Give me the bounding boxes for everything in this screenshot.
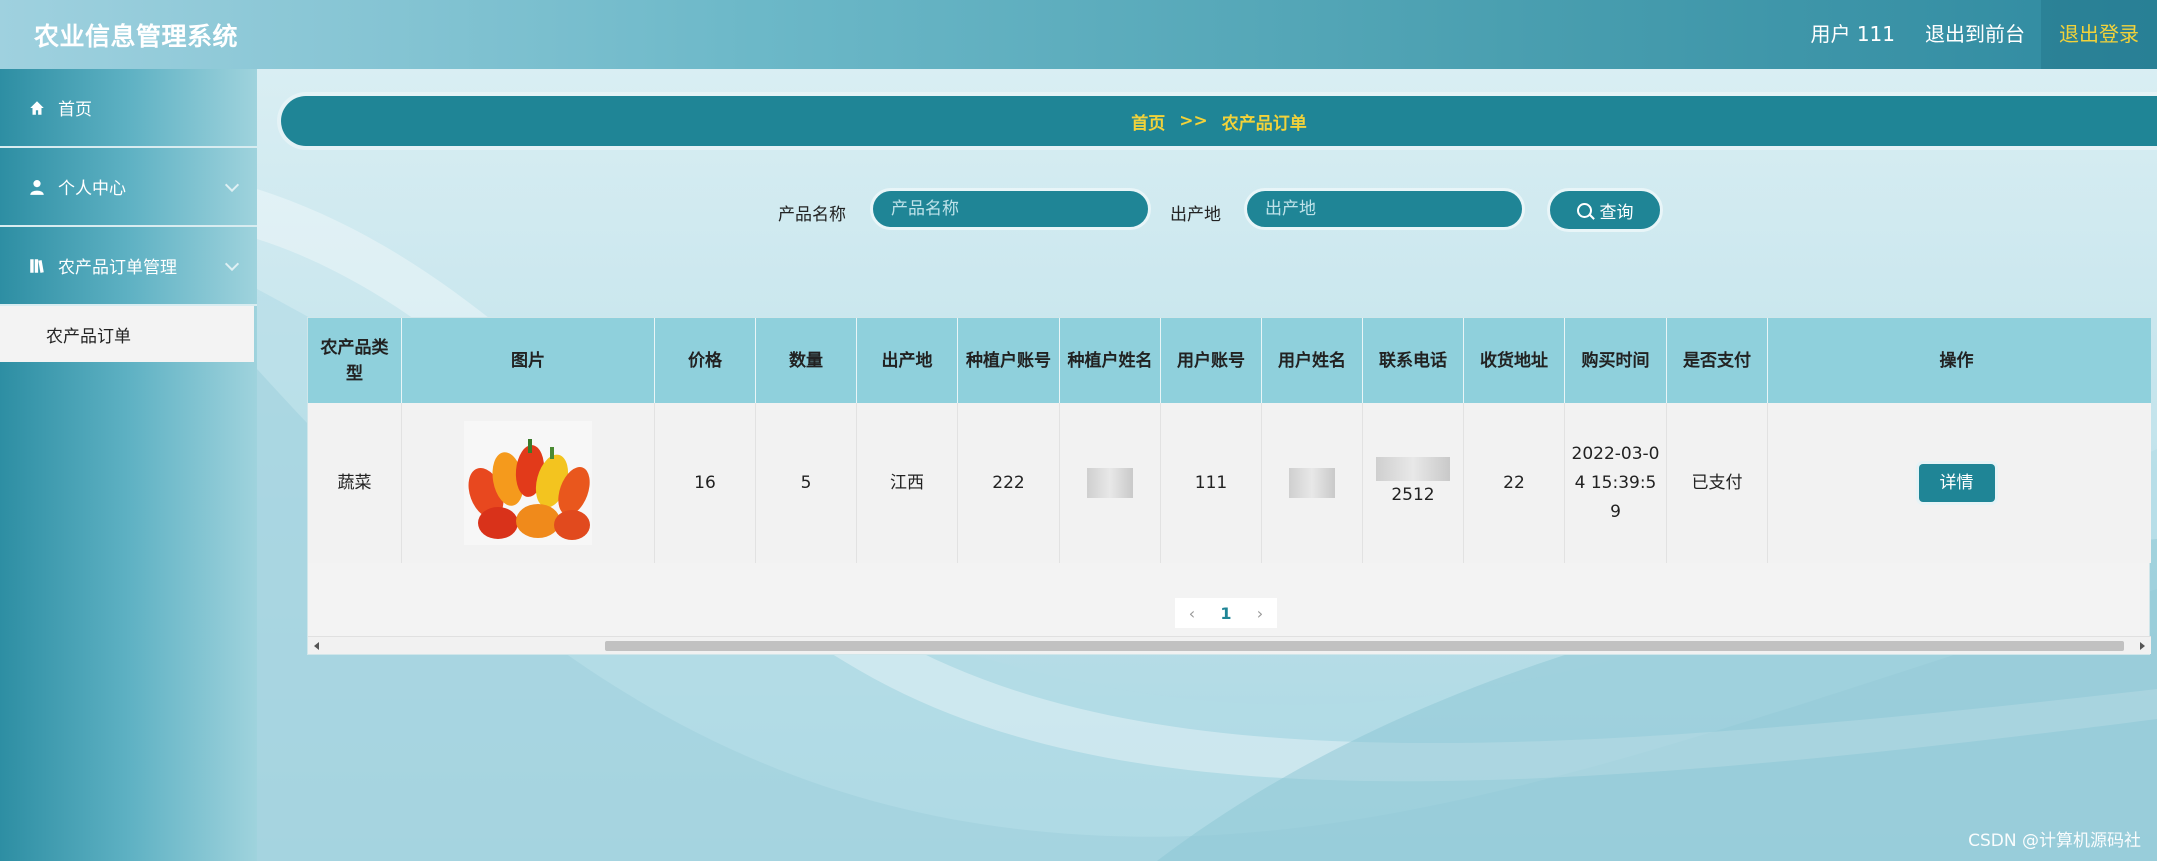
- column-header: 是否支付: [1667, 318, 1768, 403]
- cell-purchase-time: 2022-03-04 15:39:59: [1565, 403, 1667, 563]
- book-icon: [30, 258, 44, 273]
- product-name-label: 产品名称: [778, 205, 846, 225]
- cell-type: 蔬菜: [308, 403, 402, 563]
- system-title: 农业信息管理系统: [34, 22, 239, 51]
- cell-price: 16: [655, 403, 756, 563]
- breadcrumb-home[interactable]: 首页: [1131, 109, 1165, 134]
- chevron-down-icon: [224, 256, 240, 272]
- user-label: 用户 111: [1810, 22, 1895, 46]
- scroll-right-icon[interactable]: [2140, 642, 2145, 650]
- product-name-input[interactable]: 产品名称: [870, 188, 1151, 230]
- sidebar-item-home[interactable]: 首页: [0, 69, 257, 148]
- column-header: 用户姓名: [1262, 318, 1363, 403]
- column-header: 图片: [402, 318, 655, 403]
- prev-page-button[interactable]: ‹: [1175, 598, 1209, 628]
- logout-link[interactable]: 退出登录: [2041, 0, 2157, 69]
- cell-farmer-name: [1060, 403, 1161, 563]
- query-button[interactable]: 查询: [1547, 188, 1663, 232]
- cell-paid-status: 已支付: [1667, 403, 1768, 563]
- column-header: 数量: [756, 318, 857, 403]
- main-content: 首页 >> 农产品订单 产品名称 产品名称 出产地 出产地 查询 农产品类型 图…: [257, 69, 2157, 861]
- sidebar-item-label: 个人中心: [58, 179, 126, 199]
- cell-user-account: 111: [1161, 403, 1262, 563]
- sidebar: 首页 个人中心 农产品订单管理 农产品订单: [0, 69, 257, 861]
- cell-user-name: [1262, 403, 1363, 563]
- sidebar-item-order-management[interactable]: 农产品订单管理: [0, 227, 257, 306]
- search-icon: [1576, 202, 1592, 218]
- page-number-button[interactable]: 1: [1209, 598, 1243, 628]
- scroll-left-icon[interactable]: [314, 642, 319, 650]
- top-bar: 农业信息管理系统 用户 111 退出到前台 退出登录: [0, 0, 2157, 69]
- cell-phone: 2512: [1363, 403, 1464, 563]
- column-header: 购买时间: [1565, 318, 1667, 403]
- column-header: 种植户账号: [958, 318, 1060, 403]
- breadcrumb: 首页 >> 农产品订单: [281, 96, 2157, 146]
- redacted-text: [1376, 456, 1450, 481]
- redacted-text: [1087, 468, 1133, 498]
- next-page-button[interactable]: ›: [1243, 598, 1277, 628]
- cell-actions: 详情: [1768, 403, 2145, 563]
- home-icon: [30, 100, 44, 115]
- scroll-thumb[interactable]: [605, 641, 2124, 651]
- cell-origin: 江西: [857, 403, 958, 563]
- column-header: 联系电话: [1363, 318, 1464, 403]
- cell-farmer-account: 222: [958, 403, 1060, 563]
- search-bar: 产品名称 产品名称 出产地 出产地 查询: [257, 188, 2157, 232]
- cell-address: 22: [1464, 403, 1565, 563]
- sidebar-subitem-orders[interactable]: 农产品订单: [0, 306, 254, 362]
- front-page-link[interactable]: 退出到前台: [1909, 0, 2041, 69]
- user-icon: [30, 179, 44, 195]
- chevron-down-icon: [224, 177, 240, 193]
- column-header: 农产品类型: [308, 318, 402, 403]
- redacted-text: [1289, 468, 1335, 498]
- column-header: 收货地址: [1464, 318, 1565, 403]
- cell-quantity: 5: [756, 403, 857, 563]
- horizontal-scrollbar[interactable]: [308, 636, 2151, 654]
- breadcrumb-current: 农产品订单: [1221, 113, 1307, 134]
- table-row: 蔬菜 16 5 江西 222 111 2512 22 2022-03-04 15…: [308, 403, 2151, 563]
- query-button-label: 查询: [1599, 202, 1634, 223]
- sidebar-item-label: 首页: [58, 100, 92, 120]
- top-right-nav: 用户 111 退出到前台 退出登录: [1794, 0, 2157, 69]
- product-image: [464, 421, 592, 545]
- table-header-row: 农产品类型 图片 价格 数量 出产地 种植户账号 种植户姓名 用户账号 用户姓名…: [308, 318, 2151, 403]
- column-header: 出产地: [857, 318, 958, 403]
- column-header: 操作: [1939, 350, 1974, 371]
- watermark: CSDN @计算机源码社: [1968, 831, 2141, 851]
- column-header: 用户账号: [1161, 318, 1262, 403]
- column-header: 种植户姓名: [1060, 318, 1161, 403]
- sidebar-item-personal-center[interactable]: 个人中心: [0, 148, 257, 227]
- phone-tail: 2512: [1391, 484, 1435, 505]
- origin-input[interactable]: 出产地: [1244, 188, 1525, 230]
- pagination: ‹ 1 ›: [1175, 598, 1277, 628]
- origin-label: 出产地: [1170, 205, 1221, 225]
- cell-image: [402, 403, 655, 563]
- breadcrumb-separator: >>: [1179, 111, 1208, 131]
- sidebar-item-label: 农产品订单管理: [58, 258, 177, 278]
- detail-button[interactable]: 详情: [1918, 464, 1995, 502]
- column-header: 价格: [655, 318, 756, 403]
